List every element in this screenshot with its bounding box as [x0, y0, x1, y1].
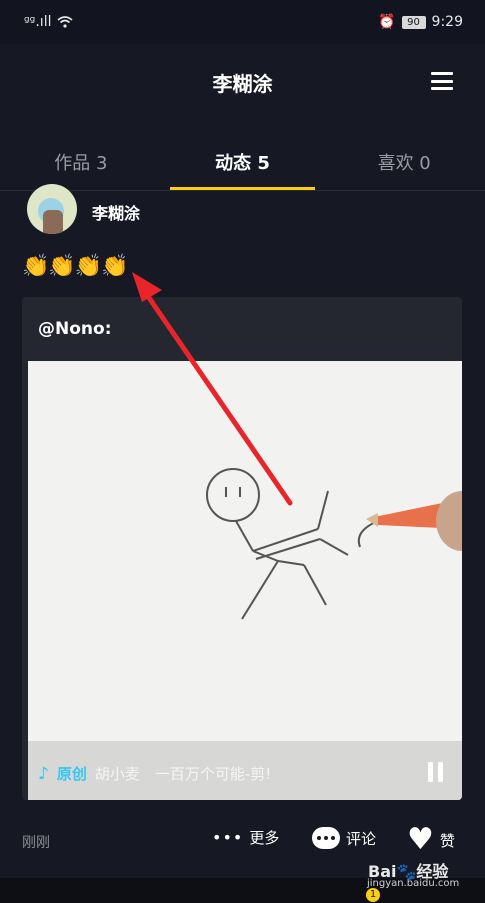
- watermark-url: jingyan.baidu.com: [367, 878, 460, 889]
- menu-icon[interactable]: [431, 72, 453, 90]
- profile-tabs: 作品 3 动态 5 喜欢 0: [0, 126, 485, 190]
- signal-wifi-indicator: ᵍᵍ.ıll: [24, 14, 73, 30]
- more-label: 更多: [249, 829, 280, 847]
- stick-figure-drawing: [28, 361, 462, 800]
- post-time: 刚刚: [22, 835, 50, 851]
- notification-badge: 1: [366, 888, 380, 902]
- wifi-icon: [57, 16, 73, 28]
- original-label: 原创: [56, 765, 87, 783]
- divider: [0, 190, 485, 191]
- mention-text[interactable]: @Nono:: [38, 319, 112, 339]
- like-label: 赞: [439, 831, 455, 850]
- page-title: 李糊涂: [212, 72, 273, 96]
- tab-dynamics[interactable]: 动态 5: [162, 126, 324, 190]
- alarm-icon: ⏰: [378, 14, 396, 30]
- post-username[interactable]: 李糊涂: [92, 200, 140, 224]
- status-time: 9:29: [431, 14, 463, 30]
- tab-works[interactable]: 作品 3: [0, 126, 162, 190]
- more-dots-icon: •••: [212, 828, 244, 847]
- status-bar: ᵍᵍ.ıll ⏰ 90 9:29: [0, 0, 485, 44]
- comment-button[interactable]: 评论: [312, 827, 376, 849]
- profile-header: 李糊涂: [0, 44, 485, 126]
- music-info: 胡小麦 一百万个可能-剪!: [94, 765, 272, 783]
- music-bar[interactable]: ♪ 原创 胡小麦 一百万个可能-剪!: [38, 763, 271, 784]
- comment-icon: [312, 827, 340, 849]
- signal-icon: ᵍᵍ.ıll: [24, 14, 52, 30]
- post-emoji-text: 👏👏👏👏: [22, 254, 129, 279]
- video-player[interactable]: ♪ 原创 胡小麦 一百万个可能-剪!: [28, 361, 462, 800]
- like-button[interactable]: ♥ 赞: [407, 822, 455, 857]
- avatar[interactable]: [27, 184, 77, 234]
- tab-likes[interactable]: 喜欢 0: [323, 126, 485, 190]
- music-note-icon: ♪: [38, 763, 49, 784]
- comment-label: 评论: [346, 829, 377, 848]
- heart-icon: ♥: [407, 822, 434, 857]
- more-button[interactable]: ••• 更多: [212, 827, 279, 848]
- pause-icon[interactable]: [428, 762, 444, 782]
- battery-icon: 90: [401, 15, 426, 29]
- shared-video-card[interactable]: @Nono: ♪ 原创 胡小麦 一百万个可能-剪!: [22, 297, 462, 800]
